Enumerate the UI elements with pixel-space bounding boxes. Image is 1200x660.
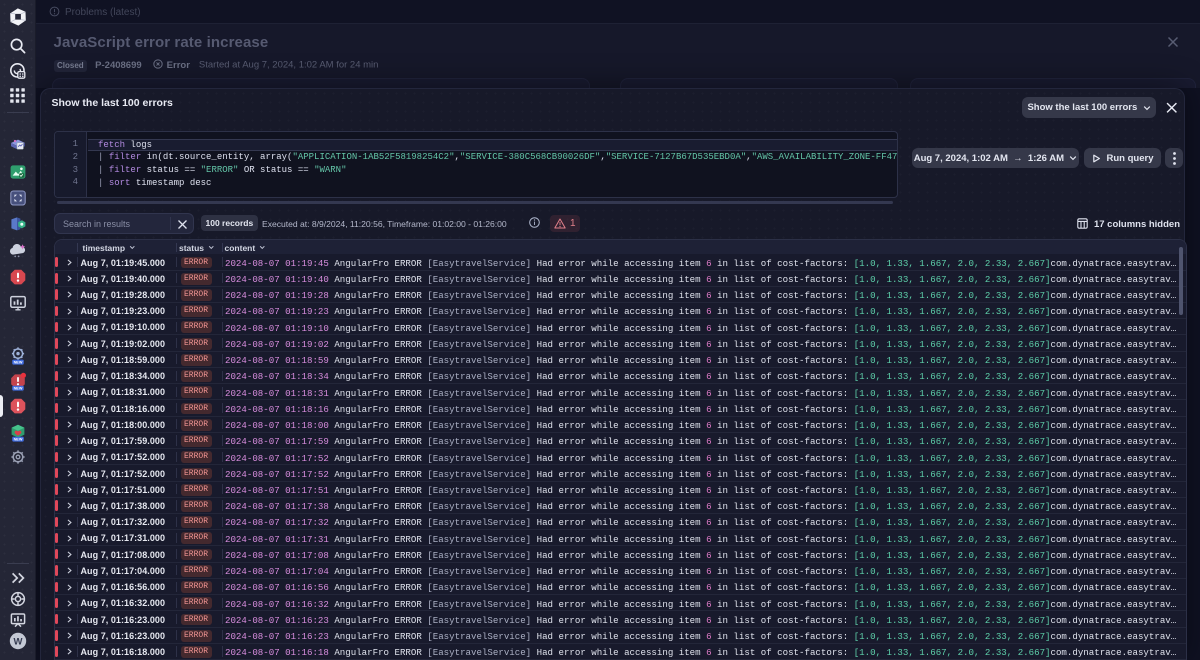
svg-text:NEW: NEW xyxy=(14,361,23,365)
svg-text:NEW: NEW xyxy=(14,438,23,442)
svg-text:W: W xyxy=(14,637,23,648)
svg-text:NEW: NEW xyxy=(14,387,23,391)
